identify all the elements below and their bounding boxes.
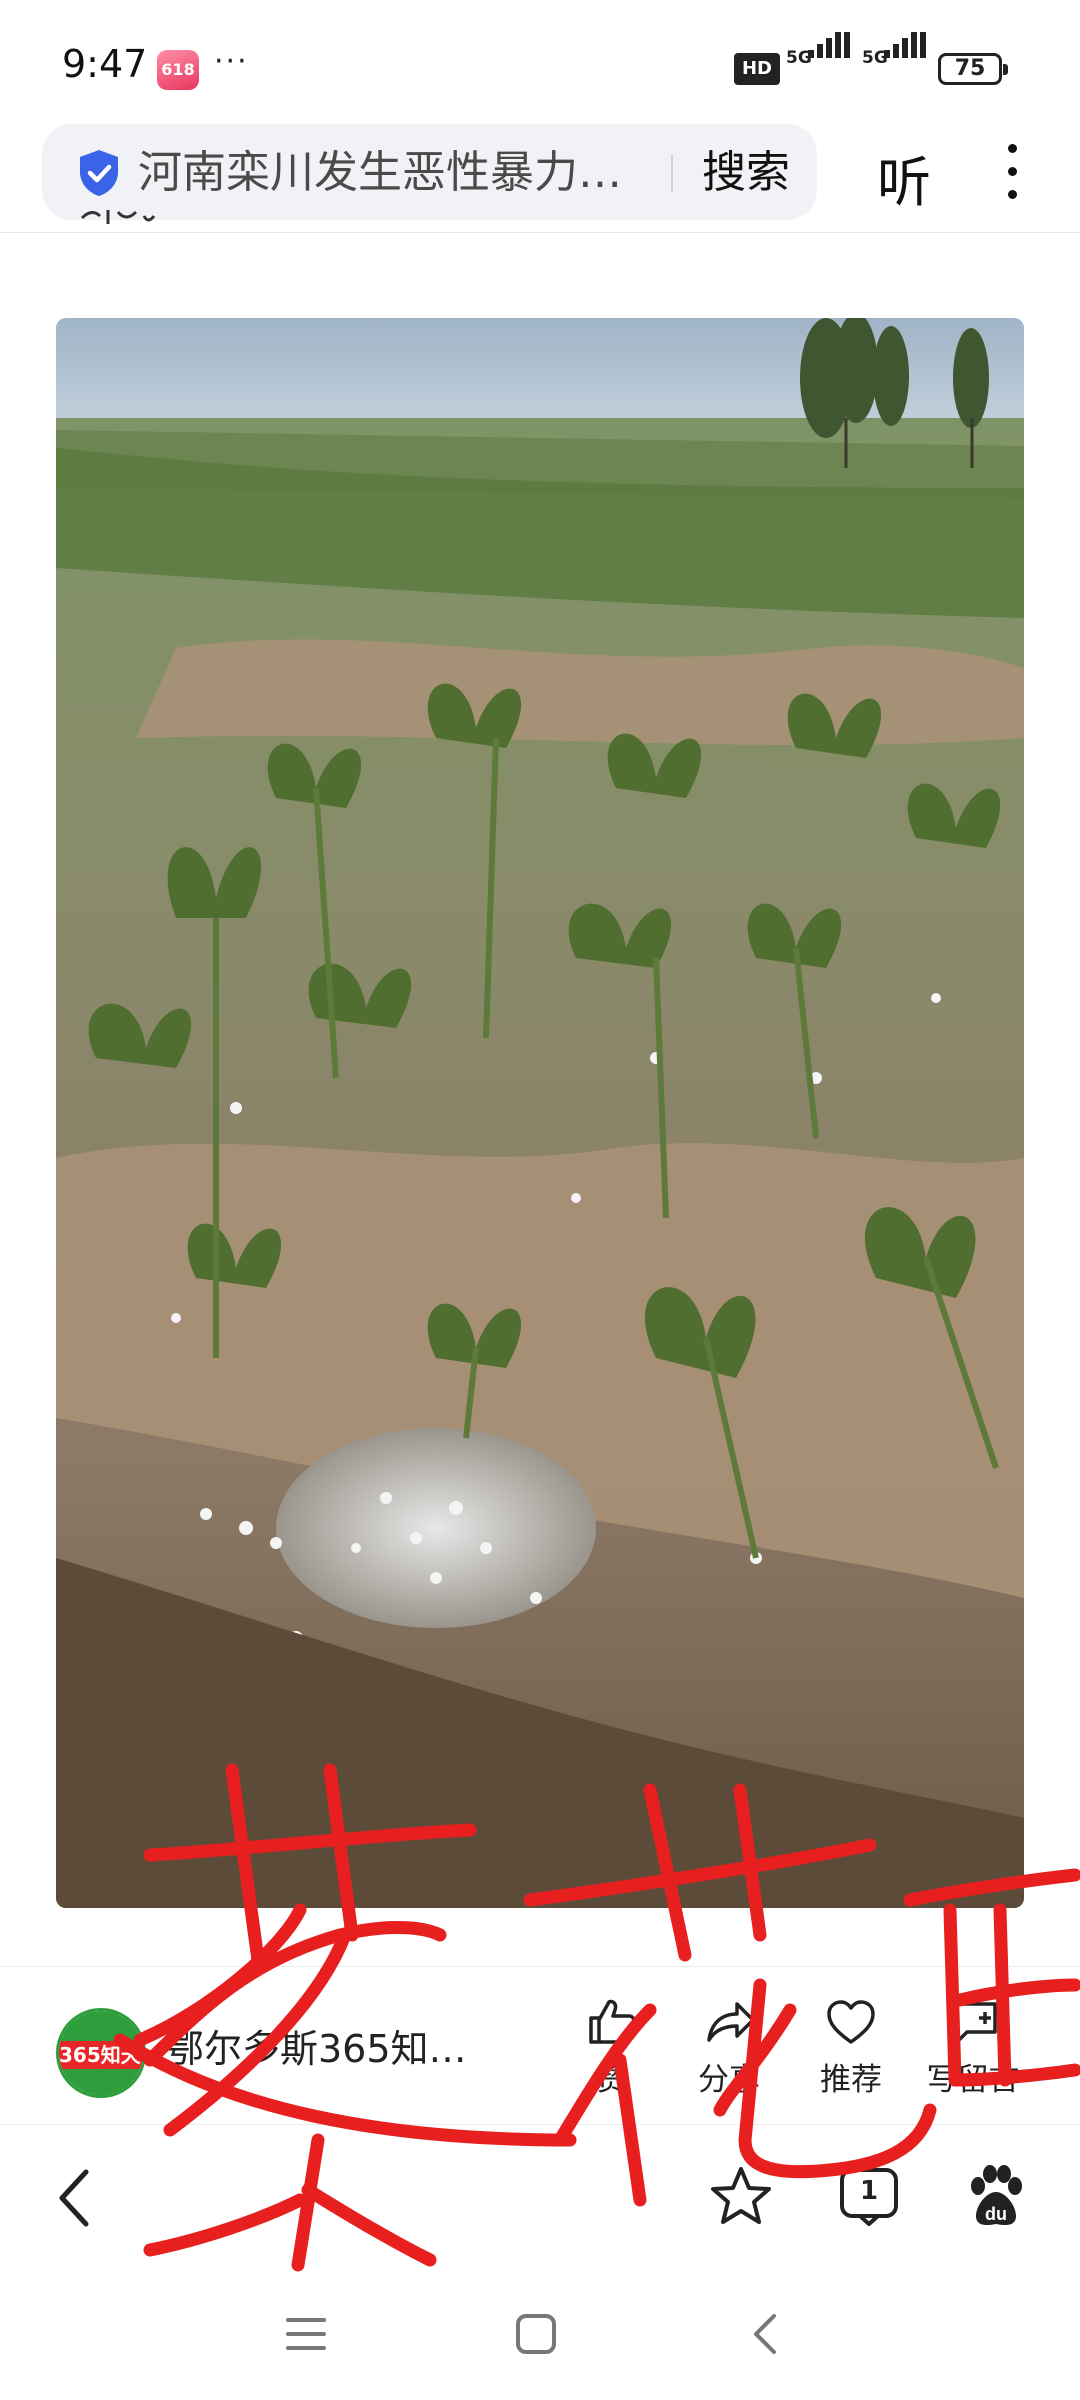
- thumbs-up-icon: [589, 1999, 636, 2044]
- search-button[interactable]: 搜索: [702, 146, 790, 200]
- status-time: 9:47: [62, 42, 148, 86]
- comment-button[interactable]: 写留言: [918, 1994, 1028, 2104]
- search-divider: [671, 154, 673, 192]
- share-icon: [707, 2002, 755, 2042]
- status-bar: 9:47 618 ··· HD 5G 5G 75: [0, 0, 1080, 120]
- svg-text:du: du: [985, 2204, 1007, 2224]
- more-notifications-icon: ···: [214, 44, 249, 79]
- header-divider: [0, 232, 1080, 233]
- tabs-button[interactable]: 1: [838, 2166, 900, 2228]
- listen-button[interactable]: 听: [877, 138, 931, 217]
- shield-check-icon: [80, 150, 118, 196]
- nav-home-icon[interactable]: [514, 2312, 558, 2356]
- like-button[interactable]: 赞: [556, 1994, 666, 2104]
- author-avatar[interactable]: 365知天下: [56, 2008, 146, 2098]
- signal-icon: 5G: [862, 32, 926, 86]
- tabs-count: 1: [859, 2176, 879, 2206]
- signal-icon: 5G: [786, 32, 850, 86]
- notification-app-icon: 618: [157, 50, 199, 90]
- clipped-article-text: [78, 206, 168, 246]
- share-button[interactable]: 分享: [674, 1994, 784, 2104]
- battery-icon: 75: [938, 53, 1008, 85]
- star-icon[interactable]: [708, 2164, 774, 2230]
- heart-icon: [827, 2000, 875, 2044]
- hd-voice-icon: HD: [734, 53, 780, 85]
- author-name[interactable]: 鄂尔多斯365知…: [166, 2025, 484, 2073]
- toolbar-divider: [0, 2124, 1080, 2125]
- baidu-paw-icon[interactable]: du: [966, 2164, 1026, 2230]
- chevron-left-icon[interactable]: [50, 2162, 100, 2234]
- recommend-button[interactable]: 推荐: [796, 1994, 906, 2104]
- nav-back-icon[interactable]: [748, 2310, 784, 2358]
- search-input[interactable]: 河南栾川发生恶性暴力…: [138, 146, 698, 200]
- article-photo[interactable]: [56, 318, 1024, 1908]
- nav-recents-icon[interactable]: [284, 2314, 328, 2354]
- comment-icon: [949, 2002, 997, 2044]
- article-divider: [0, 1966, 1080, 1967]
- more-vertical-icon[interactable]: [1000, 140, 1024, 204]
